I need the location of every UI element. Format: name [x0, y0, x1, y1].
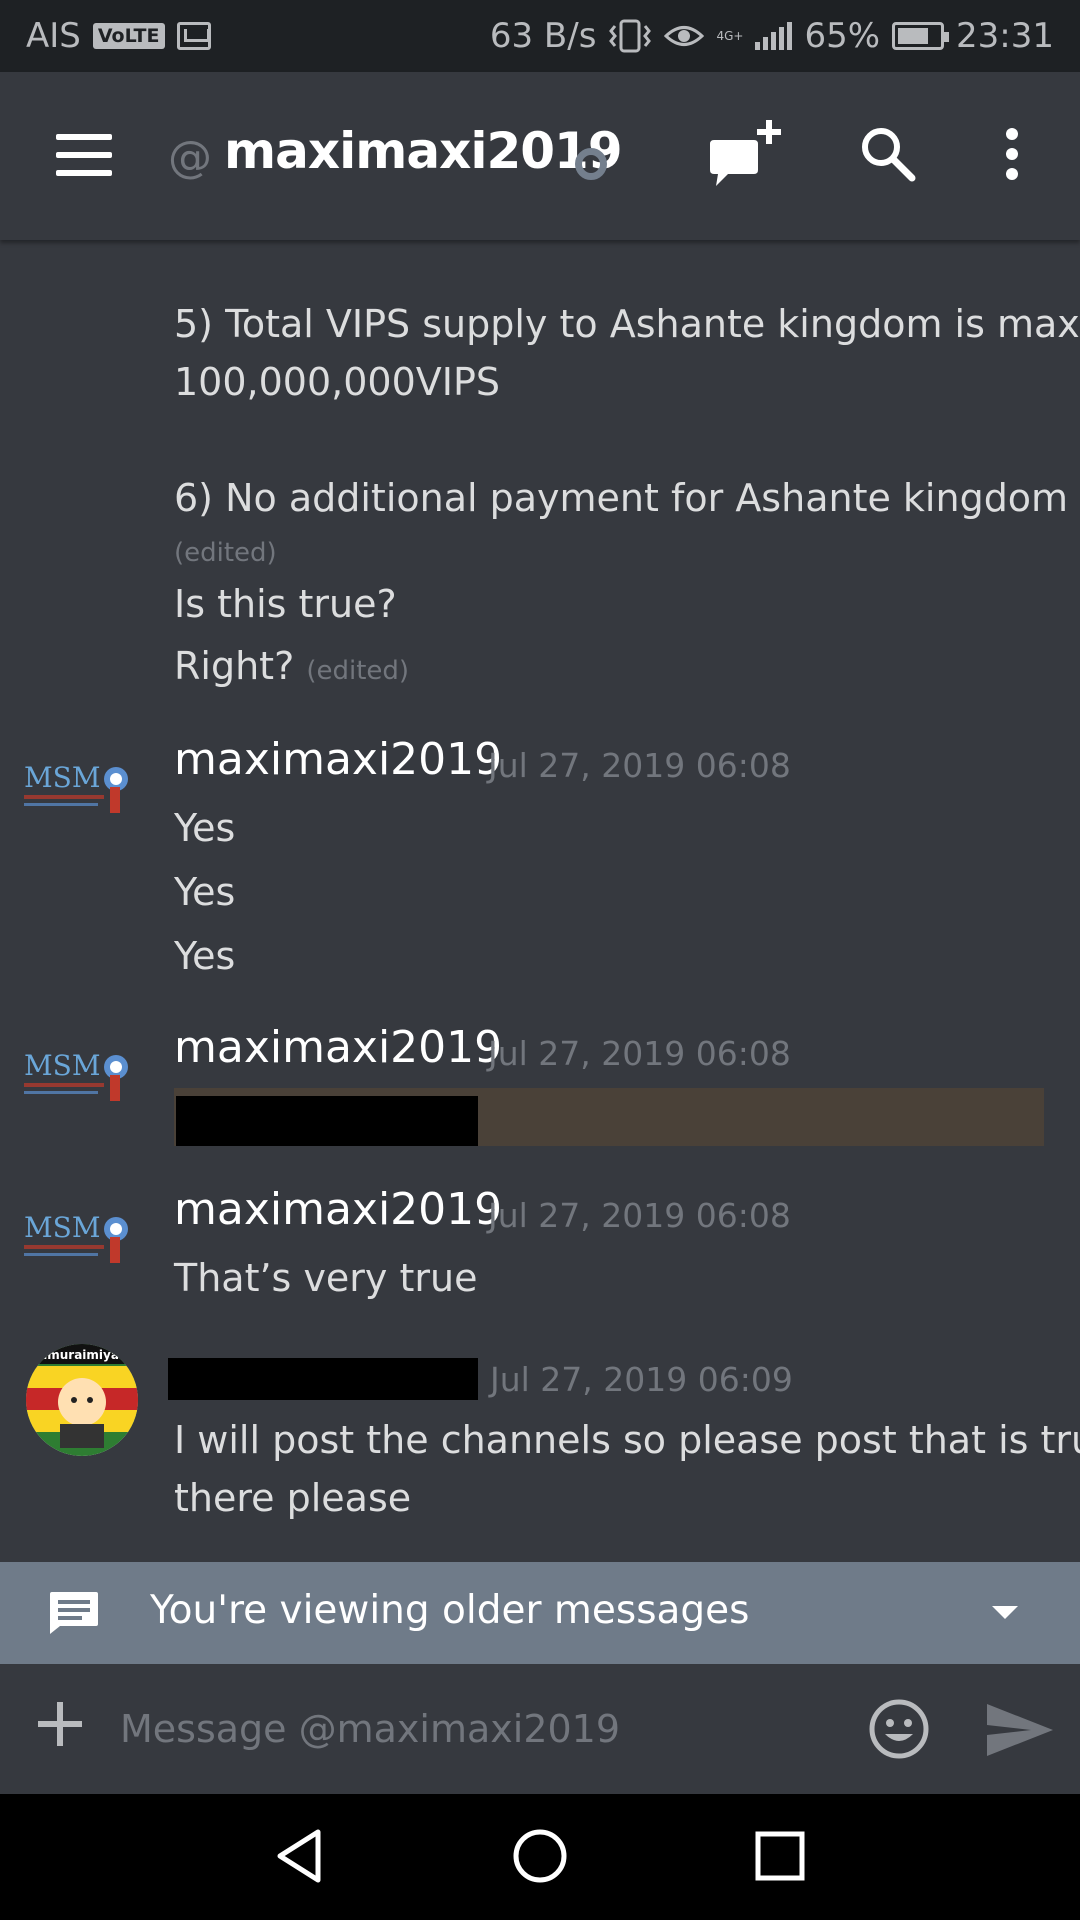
edited-label: (edited) — [174, 538, 277, 568]
new-dm-icon[interactable] — [706, 118, 782, 194]
message-input[interactable] — [120, 1694, 840, 1764]
message-text: 5) Total VIPS supply to Ashante kingdom … — [174, 302, 1080, 346]
redaction-block — [168, 1358, 478, 1400]
status-right: 63 B/s 4G+ 65% 23:31 — [490, 16, 1054, 56]
older-messages-label: You're viewing older messages — [150, 1588, 750, 1633]
message-text-content: Right? — [174, 644, 295, 688]
message-text: Is this true? — [174, 582, 397, 626]
redaction-block — [176, 1096, 478, 1146]
avatar-caption: samuraimiyab — [32, 1348, 128, 1362]
message-text: I will post the channels so please post … — [174, 1418, 1080, 1462]
channel-header: @ maximaxi2019 — [0, 72, 1080, 240]
avatar[interactable]: MSM — [22, 755, 140, 825]
carrier-name: AIS — [26, 16, 81, 56]
message-text: 100,000,000VIPS — [174, 360, 500, 404]
back-icon[interactable] — [270, 1826, 330, 1886]
page-title[interactable]: maximaxi2019 — [224, 122, 623, 180]
at-symbol: @ — [168, 132, 212, 183]
message-author[interactable]: maximaxi2019 — [174, 734, 502, 785]
vibrate-icon — [609, 19, 652, 53]
search-icon[interactable] — [858, 124, 918, 184]
network-type: 4G+ — [716, 29, 744, 43]
eye-icon — [664, 26, 705, 46]
message-text: 6) No additional payment for Ashante kin… — [174, 476, 1069, 520]
older-messages-bar[interactable]: You're viewing older messages — [0, 1562, 1080, 1664]
avatar[interactable]: MSM — [22, 1205, 140, 1275]
offline-status-icon — [575, 148, 607, 180]
net-speed: 63 B/s — [489, 16, 597, 56]
battery-fill — [898, 28, 928, 44]
message-composer — [0, 1664, 1080, 1794]
menu-icon[interactable] — [56, 134, 112, 176]
message-timestamp: Jul 27, 2019 06:09 — [490, 1360, 793, 1399]
status-bar: AIS VoLTE 63 B/s 4G+ 65% 23:31 — [0, 0, 1080, 72]
status-left: AIS VoLTE — [26, 16, 211, 56]
emoji-icon[interactable] — [868, 1698, 930, 1760]
chevron-down-icon[interactable] — [992, 1606, 1018, 1619]
avatar-logo-text: MSM — [24, 761, 101, 794]
signal-icon — [755, 22, 793, 50]
recents-icon[interactable] — [750, 1826, 810, 1886]
battery-icon — [892, 22, 950, 50]
add-attachment-icon[interactable] — [38, 1702, 82, 1746]
edited-label: (edited) — [306, 656, 410, 686]
send-icon[interactable] — [985, 1702, 1055, 1758]
chat-icon — [50, 1592, 98, 1634]
message-timestamp: Jul 27, 2019 06:08 — [488, 1196, 791, 1235]
message-author[interactable]: maximaxi2019 — [174, 1022, 502, 1073]
message-text: Yes — [174, 806, 236, 850]
message-text: That’s very true — [174, 1256, 478, 1300]
avatar-logo-text: MSM — [24, 1049, 101, 1082]
message-text: Right? (edited) — [174, 644, 409, 688]
avatar-image: samuraimiyab — [26, 1344, 138, 1456]
message-author[interactable]: maximaxi2019 — [174, 1184, 502, 1235]
system-nav-bar — [0, 1794, 1080, 1920]
avatar-logo-text: MSM — [24, 1211, 101, 1244]
message-text: Yes — [174, 934, 236, 978]
message-text: Yes — [174, 870, 236, 914]
message-timestamp: Jul 27, 2019 06:08 — [488, 1034, 791, 1073]
notification-icon — [176, 22, 211, 50]
home-icon[interactable] — [510, 1826, 570, 1886]
avatar[interactable]: samuraimiyab — [26, 1344, 138, 1456]
clock: 23:31 — [956, 16, 1054, 56]
message-timestamp: Jul 27, 2019 06:08 — [488, 746, 791, 785]
more-icon[interactable] — [1000, 126, 1024, 182]
volte-badge: VoLTE — [92, 23, 165, 49]
avatar[interactable]: MSM — [22, 1043, 140, 1113]
battery-percent: 65% — [804, 16, 881, 56]
message-text: there please — [174, 1476, 412, 1520]
message-list[interactable]: 5) Total VIPS supply to Ashante kingdom … — [0, 240, 1080, 1562]
